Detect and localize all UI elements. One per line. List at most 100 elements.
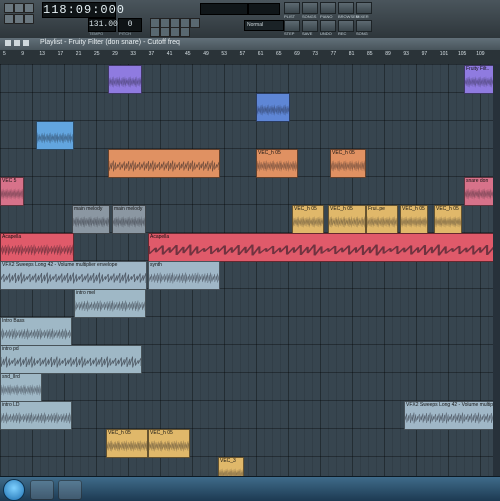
clip-label: intro pd [2,346,19,352]
ruler-tick: 5 [3,51,6,57]
ruler-tick: 61 [257,51,264,57]
playlist-button-label: PLIST [284,14,296,19]
browser-button[interactable] [338,2,354,14]
record-icon[interactable] [24,3,34,13]
metronome-icon[interactable] [24,14,34,24]
ruler-tick: 33 [130,51,136,57]
clip-label: Intro Bass [2,318,25,324]
playlist-clip[interactable]: VEC_h 05 [434,205,462,234]
countdown-icon[interactable] [190,18,200,28]
playlist-clip[interactable]: intro pd [0,345,142,374]
songs-button[interactable] [302,2,318,14]
playlist-clip[interactable]: intro mel [74,289,146,318]
ruler-tick: 65 [276,51,282,57]
pitch-display[interactable]: 0 [118,18,142,32]
playlist-clip[interactable]: snare don [464,177,496,206]
timeline-ruler[interactable]: 5 9 13 17 21 25 29 33 37 41 45 49 53 57 61 65 69 73 77 81 85… [0,50,500,65]
playlist-clip[interactable]: VEC_h 05 [256,149,298,178]
playlist-clip[interactable]: VEC 5 [0,177,24,206]
playlist-clip[interactable]: VFX2 Sweeps Long 42 - Volume multiplier … [0,261,147,290]
clip-label: Fruity Filt.. [466,66,490,72]
clip-label: Acapella [150,234,170,240]
play-icon[interactable] [4,3,14,13]
playlist-clip[interactable]: VEC_h 05 [292,205,324,234]
clip-waveform [149,269,219,287]
clip-waveform [401,213,427,231]
playlist-clip[interactable]: Intro Bass [0,317,72,346]
clip-label: VEC 5 [2,178,17,184]
song-mode-icon[interactable] [14,14,24,24]
playlist-clip[interactable]: Frui..pe [366,205,398,234]
clip-waveform [257,157,297,175]
vertical-scrollbar[interactable] [493,64,500,476]
clip-label: VEC_h 05 [258,150,281,156]
ruler-tick: 109 [476,51,485,57]
playlist-clip[interactable]: intro LD [0,401,72,430]
mode-select[interactable]: Normal [244,20,284,31]
ruler-tick: 21 [75,51,82,57]
playlist-clip[interactable]: Acapella [148,233,495,262]
clip-label: VEC_h 05 [108,430,131,436]
cpu-meter [248,3,280,15]
ruler-tick: 69 [294,51,300,57]
playlist-clip[interactable]: Fruity Filt.. [464,65,496,94]
playlist-clip[interactable]: VEC_h 05 [330,149,366,178]
playlist-clip[interactable]: VEC_h 05 [400,205,428,234]
loop-icon[interactable] [160,27,170,37]
clip-waveform [149,437,189,455]
clip-waveform [75,297,145,315]
pattern-mode-icon[interactable] [4,14,14,24]
playlist-clip[interactable]: synth [148,261,220,290]
blend-icon[interactable] [150,27,160,37]
playlist-grid[interactable]: Fruity Filt.. VEC_h 05 VEC_h 05 VEC 5 snare … [0,64,500,486]
playlist-clip[interactable] [36,121,74,150]
save-button-label: SAVE [302,31,313,36]
mixer-button[interactable] [356,2,372,14]
rec-button-label: REC [338,31,347,36]
clip-waveform [465,185,495,203]
clip-waveform [73,213,109,231]
playlist-clip[interactable]: VEC_h 05 [148,429,190,458]
ruler-tick: 93 [403,51,409,57]
clip-waveform [37,129,73,147]
playlist-clip[interactable]: VFX2 Sweeps Long 42 - Volume multipli.. [404,401,496,430]
playlist-button[interactable] [284,2,300,14]
playlist-clip[interactable]: main melody [112,205,146,234]
ruler-tick: 101 [439,51,449,57]
clip-waveform [1,381,41,399]
app-taskbar-icon[interactable] [58,480,82,500]
ruler-tick: 97 [421,51,428,57]
playlist-clip[interactable] [108,149,220,178]
step-icon[interactable] [170,27,180,37]
playlist-title: Playlist - Fruity Filter (don snare) - C… [40,39,180,46]
tempo-display[interactable]: 131.000 [88,18,123,32]
ruler-tick: 105 [458,51,467,57]
songs-button-label: SONGS [302,14,317,19]
clip-waveform [465,73,495,91]
clip-waveform [1,269,146,287]
clip-label: Frui..pe [368,206,385,212]
start-button[interactable] [3,479,25,501]
playlist-clip[interactable]: snd_lIrd [0,373,42,402]
ruler-tick: 53 [221,51,227,57]
playlist-clip[interactable] [256,93,290,122]
fl-studio-taskbar-icon[interactable] [30,480,54,500]
playlist-clip[interactable]: VEC_h 05 [328,205,366,234]
ruler-tick: 29 [112,51,118,57]
ruler-tick: 49 [203,51,209,57]
clip-waveform [113,213,145,231]
song-position-display: 118:09:000 [42,2,126,18]
stop-icon[interactable] [14,3,24,13]
clip-label: VEC_h 05 [332,150,355,156]
playlist-clip[interactable]: VEC_h 05 [106,429,148,458]
playlist-clip[interactable] [108,65,142,94]
clip-waveform [331,157,365,175]
clip-waveform [329,213,365,231]
piano-button[interactable] [320,2,336,14]
overdub-icon[interactable] [180,27,190,37]
clip-waveform [107,437,147,455]
playlist-clip[interactable]: main melody [72,205,110,234]
playlist-clip[interactable]: Acapella [0,233,74,262]
clip-label: VEC_h 05 [330,206,353,212]
clip-label: intro LD [2,402,20,408]
